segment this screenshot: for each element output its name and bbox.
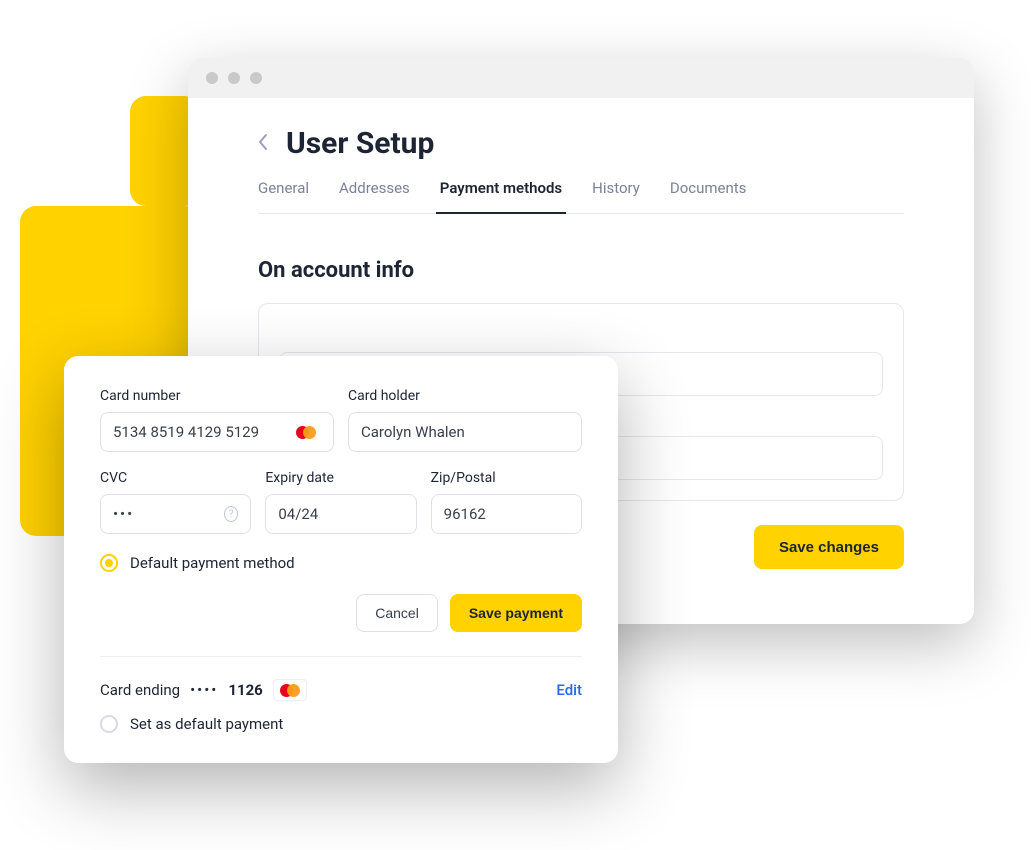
traffic-light-close-icon[interactable] bbox=[206, 72, 218, 84]
save-payment-button[interactable]: Save payment bbox=[450, 594, 582, 632]
expiry-input-wrap[interactable] bbox=[265, 494, 416, 534]
mastercard-icon bbox=[273, 679, 307, 701]
zip-input-wrap[interactable] bbox=[431, 494, 582, 534]
set-default-radio-row[interactable]: Set as default payment bbox=[100, 715, 582, 733]
mastercard-icon bbox=[292, 421, 321, 443]
page-title: User Setup bbox=[286, 126, 434, 161]
cvc-label: CVC bbox=[100, 470, 251, 486]
section-title: On account info bbox=[258, 258, 904, 283]
traffic-light-minimize-icon[interactable] bbox=[228, 72, 240, 84]
default-payment-radio[interactable] bbox=[100, 554, 118, 572]
card-holder-label: Card holder bbox=[348, 388, 582, 404]
zip-label: Zip/Postal bbox=[431, 470, 582, 486]
saved-card-mask: •••• bbox=[190, 681, 218, 699]
page-header: User Setup bbox=[258, 126, 904, 161]
saved-card-label: Card ending bbox=[100, 681, 180, 699]
saved-card-last4: 1126 bbox=[228, 681, 262, 699]
card-holder-input-wrap[interactable] bbox=[348, 412, 582, 452]
card-number-input-wrap[interactable] bbox=[100, 412, 334, 452]
save-changes-button[interactable]: Save changes bbox=[754, 525, 904, 569]
modal-actions: Cancel Save payment bbox=[100, 594, 582, 657]
cvc-input[interactable] bbox=[113, 505, 224, 523]
tabs: General Addresses Payment methods Histor… bbox=[258, 179, 904, 214]
back-chevron-icon[interactable] bbox=[258, 133, 268, 155]
cancel-button[interactable]: Cancel bbox=[356, 594, 438, 632]
expiry-label: Expiry date bbox=[265, 470, 416, 486]
window-titlebar bbox=[188, 58, 974, 98]
default-payment-radio-row[interactable]: Default payment method bbox=[100, 554, 582, 572]
expiry-input[interactable] bbox=[278, 505, 403, 523]
card-number-label: Card number bbox=[100, 388, 334, 404]
edit-link[interactable]: Edit bbox=[556, 681, 582, 699]
cvc-input-wrap[interactable]: ? bbox=[100, 494, 251, 534]
set-default-label: Set as default payment bbox=[130, 715, 283, 733]
tab-general[interactable]: General bbox=[258, 179, 309, 213]
saved-card-row: Card ending •••• 1126 Edit bbox=[100, 679, 582, 701]
set-default-radio[interactable] bbox=[100, 715, 118, 733]
tab-addresses[interactable]: Addresses bbox=[339, 179, 410, 213]
tab-payment-methods[interactable]: Payment methods bbox=[440, 179, 562, 213]
zip-input[interactable] bbox=[444, 505, 569, 523]
tab-history[interactable]: History bbox=[592, 179, 640, 213]
default-payment-label: Default payment method bbox=[130, 554, 295, 572]
tab-documents[interactable]: Documents bbox=[670, 179, 747, 213]
card-number-input[interactable] bbox=[113, 423, 292, 441]
payment-method-modal: Card number Card holder CVC ? Expiry da bbox=[64, 356, 618, 763]
traffic-light-zoom-icon[interactable] bbox=[250, 72, 262, 84]
card-holder-input[interactable] bbox=[361, 423, 569, 441]
cvc-help-icon[interactable]: ? bbox=[224, 506, 238, 522]
